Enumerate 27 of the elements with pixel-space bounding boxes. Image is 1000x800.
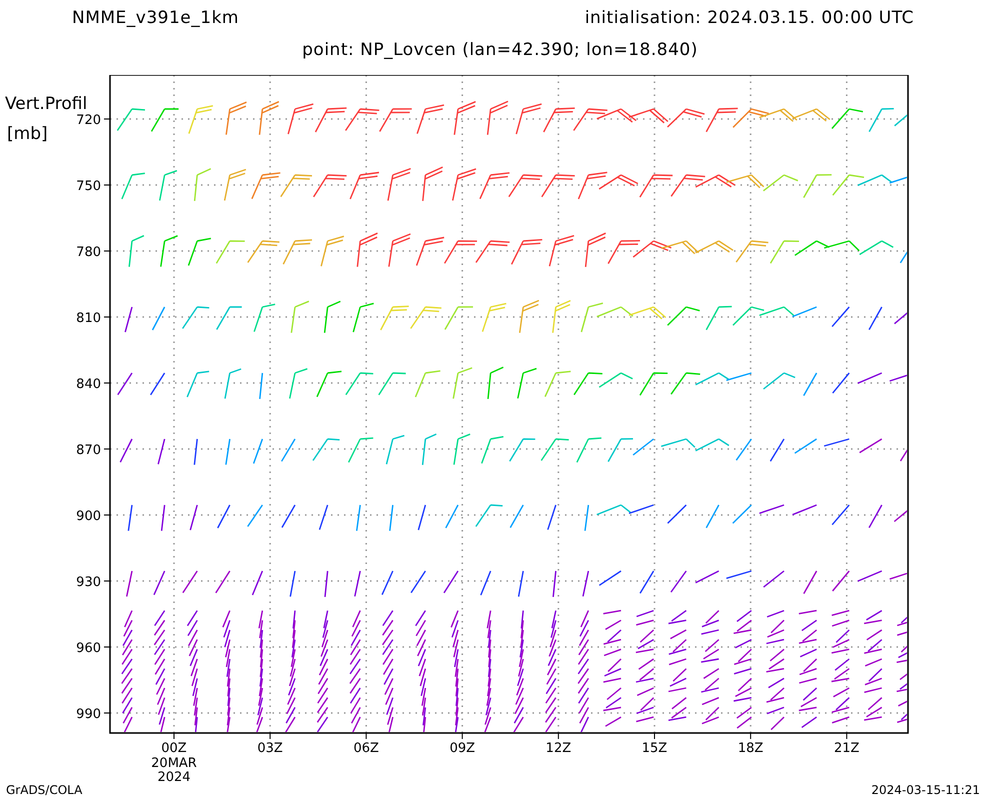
y-tick-label: 780 — [76, 245, 101, 260]
y-tick-label: 900 — [76, 509, 101, 524]
x-tick-label: 15Z — [642, 741, 668, 756]
x-tick-label: 03Z — [257, 741, 283, 756]
x-date-label: 20MAR — [151, 756, 197, 771]
y-tick-label: 930 — [76, 575, 101, 590]
x-date-label: 2024 — [157, 770, 191, 783]
y-tick-label: 810 — [76, 311, 101, 326]
y-tick-label: 870 — [76, 443, 101, 458]
x-tick-label: 06Z — [353, 741, 379, 756]
initialisation-time: initialisation: 2024.03.15. 00:00 UTC — [584, 8, 914, 30]
y-tick-label: 840 — [76, 377, 101, 392]
y-tick-label: 750 — [76, 179, 101, 194]
y-tick-label: 990 — [76, 707, 101, 722]
model-name: NMME_v391e_1km — [72, 8, 239, 30]
x-tick-label: 09Z — [450, 741, 476, 756]
timestamp: 2024-03-15-11:21 — [871, 783, 980, 797]
x-tick-label: 18Z — [738, 741, 764, 756]
x-tick-label: 00Z — [161, 741, 187, 756]
x-tick-label: 21Z — [834, 741, 860, 756]
x-tick-label: 12Z — [546, 741, 572, 756]
y-tick-label: 960 — [76, 641, 101, 656]
y-axis-unit: [mb] — [7, 124, 48, 144]
y-axis-label: Vert.Profil — [5, 94, 88, 114]
y-tick-label: 720 — [76, 113, 101, 128]
software-credit: GrADS/COLA — [6, 783, 82, 797]
chart-title: point: NP_Lovcen (lan=42.390; lon=18.840) — [302, 40, 698, 60]
